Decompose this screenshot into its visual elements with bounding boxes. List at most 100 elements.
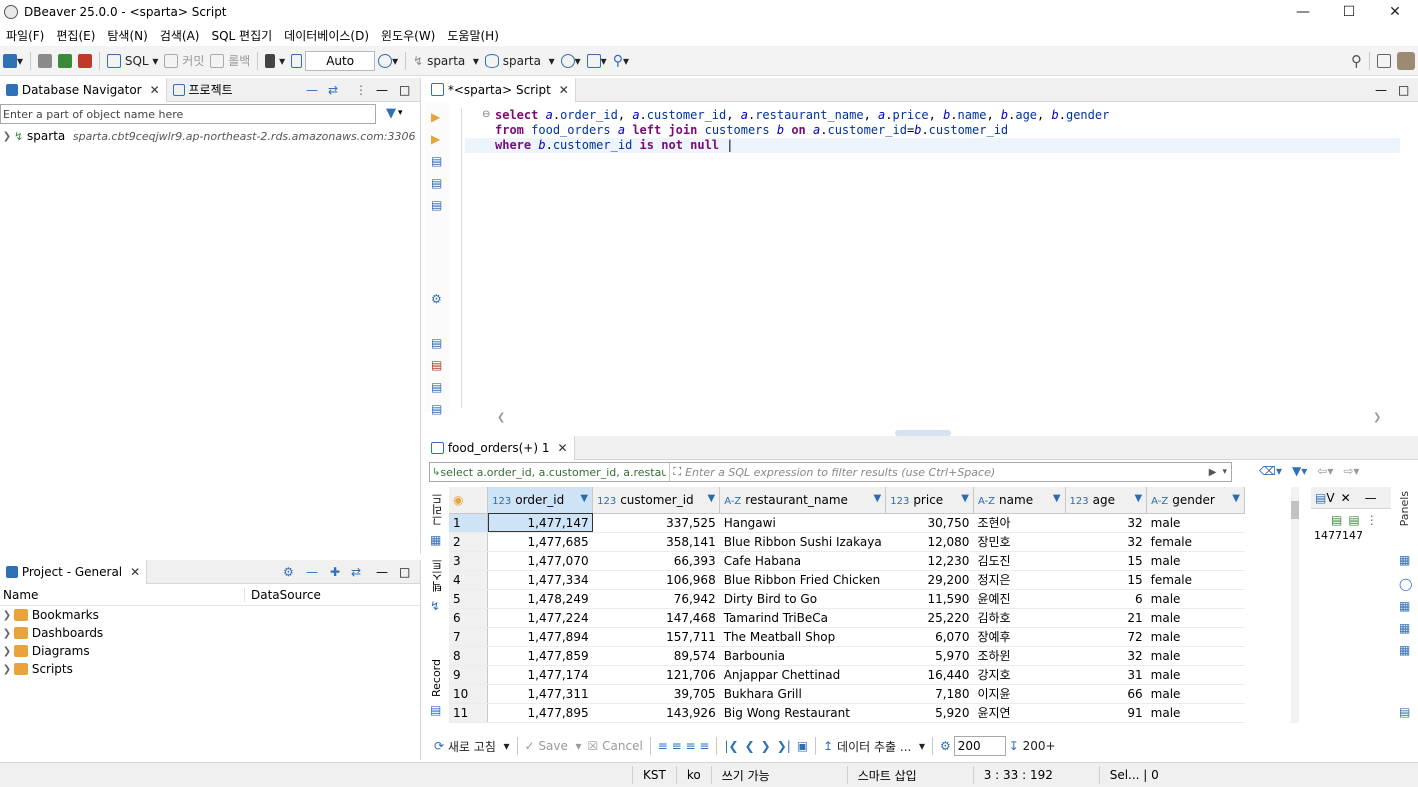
- open-perspective-button[interactable]: [1374, 49, 1394, 73]
- table-cell[interactable]: 21: [1065, 608, 1147, 628]
- tab-database-navigator[interactable]: Database Navigator ✕: [0, 77, 167, 102]
- row-number[interactable]: 7: [449, 627, 489, 647]
- table-cell[interactable]: 강지호: [973, 665, 1066, 685]
- record-icon[interactable]: ▤: [430, 703, 441, 717]
- minimize-panel-icon[interactable]: —: [1375, 83, 1387, 97]
- chevron-down-icon[interactable]: ▼: [961, 493, 969, 504]
- text-mode-button[interactable]: 텍스트: [430, 559, 446, 592]
- maximize-panel-icon[interactable]: □: [1398, 83, 1409, 97]
- table-cell[interactable]: 윤예진: [973, 589, 1066, 609]
- table-cell[interactable]: Anjappar Chettinad: [719, 665, 886, 685]
- table-cell[interactable]: 조하윈: [973, 646, 1066, 666]
- row-number[interactable]: 5: [449, 589, 489, 609]
- tree-item-connection[interactable]: ❯ ↯ sparta sparta.cbt9ceqjwlr9.ap-northe…: [0, 127, 420, 145]
- table-cell[interactable]: 32: [1065, 532, 1147, 552]
- close-icon[interactable]: ✕: [559, 83, 569, 97]
- chevron-right-icon[interactable]: ❯: [0, 646, 14, 657]
- maximize-panel-icon[interactable]: □: [399, 83, 410, 97]
- table-cell[interactable]: 76,942: [592, 589, 720, 609]
- dashboard-button[interactable]: ▾: [558, 49, 584, 73]
- layout-icon[interactable]: ▤: [1399, 705, 1410, 719]
- table-cell[interactable]: Bukhara Grill: [719, 684, 886, 704]
- next-page-button[interactable]: ❯: [758, 734, 774, 758]
- expand-icon[interactable]: ⛶: [673, 465, 681, 479]
- table-cell[interactable]: 39,705: [592, 684, 720, 704]
- close-icon[interactable]: ✕: [150, 83, 160, 97]
- maximize-panel-icon[interactable]: □: [399, 565, 410, 579]
- gear-icon[interactable]: ⚙: [937, 734, 954, 758]
- table-row[interactable]: 2 1,477,685 358,141 Blue Ribbon Sushi Izaka…: [449, 532, 1245, 552]
- table-cell[interactable]: 윤지연: [973, 703, 1066, 723]
- last-page-button[interactable]: ❯|: [774, 734, 794, 758]
- rollback-button[interactable]: 롤백: [207, 49, 253, 73]
- metadata-icon[interactable]: ▦: [1399, 599, 1410, 613]
- row-number[interactable]: 8: [449, 646, 489, 666]
- table-cell[interactable]: 5,970: [885, 646, 974, 666]
- minimize-button[interactable]: —: [1280, 0, 1326, 24]
- column-header-restaurant-name[interactable]: A-Z restaurant_name ▼: [719, 487, 887, 514]
- row-number[interactable]: 10: [449, 684, 489, 704]
- chevron-right-icon[interactable]: ❯: [0, 610, 14, 621]
- cell-value[interactable]: 1477147: [1314, 529, 1391, 542]
- table-cell[interactable]: 1,477,224: [487, 608, 593, 628]
- table-cell[interactable]: 91: [1065, 703, 1147, 723]
- refresh-button[interactable]: ⟳ 새로 고침 ▾: [431, 734, 513, 758]
- aggregate-icon[interactable]: ▦: [1399, 553, 1410, 567]
- column-header-customer-id[interactable]: 123 customer_id ▼: [592, 487, 721, 514]
- panels-toggle[interactable]: Panels: [1398, 491, 1411, 526]
- view-menu-icon[interactable]: ⋮: [1366, 513, 1378, 527]
- menu-edit[interactable]: 편집(E): [50, 27, 101, 44]
- table-cell[interactable]: 157,711: [592, 627, 720, 647]
- fetch-more-button[interactable]: ↧ 200+: [1006, 734, 1059, 758]
- lock-button[interactable]: [288, 49, 305, 73]
- tree-item-scripts[interactable]: ❯ Scripts: [0, 660, 420, 678]
- row-number[interactable]: 4: [449, 570, 489, 590]
- results-filter-input[interactable]: Enter a SQL expression to filter results…: [685, 466, 1209, 479]
- table-cell[interactable]: 1,477,685: [487, 532, 593, 552]
- table-cell[interactable]: 31: [1065, 665, 1147, 685]
- cancel-button[interactable]: ☒ Cancel: [585, 734, 646, 758]
- sql-code[interactable]: select a.order_id, a.customer_id, a.rest…: [495, 108, 1109, 153]
- menu-file[interactable]: 파일(F): [0, 27, 50, 44]
- grid-mode-button[interactable]: 그리드: [430, 493, 446, 526]
- sql-editor-button[interactable]: SQL ▾: [104, 49, 161, 73]
- table-cell[interactable]: 12,230: [885, 551, 974, 571]
- chevron-down-icon[interactable]: ▾: [1222, 467, 1227, 477]
- save-value-icon[interactable]: ▤: [1331, 513, 1342, 527]
- table-cell[interactable]: 143,926: [592, 703, 720, 723]
- table-cell[interactable]: 7,180: [885, 684, 974, 704]
- row-edit-buttons[interactable]: ≡ ≡ ≡ ≡: [655, 734, 713, 758]
- table-cell[interactable]: Blue Ribbon Fried Chicken: [719, 570, 886, 590]
- table-cell[interactable]: 6: [1065, 589, 1147, 609]
- table-row[interactable]: 1 1,477,147 337,525 Hangawi 30,750 조현아 32 male: [449, 513, 1245, 533]
- commit-button[interactable]: 커밋: [161, 49, 207, 73]
- menu-search[interactable]: 검색(A): [154, 27, 206, 44]
- table-cell[interactable]: 1,477,311: [487, 684, 593, 704]
- auto-commit-box[interactable]: Auto: [305, 50, 376, 71]
- tab-results[interactable]: food_orders(+) 1 ✕: [425, 435, 575, 460]
- execute-script-icon[interactable]: ▶: [431, 132, 440, 146]
- save-button[interactable]: ✓ Save ▾: [522, 734, 585, 758]
- table-cell[interactable]: The Meatball Shop: [719, 627, 886, 647]
- table-row[interactable]: 5 1,478,249 76,942 Dirty Bird to Go 11,590 윤예…: [449, 589, 1245, 609]
- table-cell[interactable]: 72: [1065, 627, 1147, 647]
- menu-database[interactable]: 데이터베이스(D): [278, 27, 375, 44]
- column-header-name[interactable]: A-Z name ▼: [973, 487, 1066, 514]
- table-cell[interactable]: 29,200: [885, 570, 974, 590]
- grid-icon[interactable]: ▦: [430, 533, 441, 547]
- table-cell[interactable]: 25,220: [885, 608, 974, 628]
- chevron-down-icon[interactable]: ▼: [874, 493, 882, 504]
- table-cell[interactable]: 358,141: [592, 532, 720, 552]
- table-cell[interactable]: male: [1146, 589, 1245, 609]
- search-toolbar-button[interactable]: ⚲ ▾: [610, 49, 632, 73]
- navigator-filter-input[interactable]: Enter a part of object name here: [0, 104, 376, 124]
- reconnect-button[interactable]: [55, 49, 75, 73]
- chevron-right-icon[interactable]: ❯: [0, 131, 14, 142]
- table-cell[interactable]: male: [1146, 684, 1245, 704]
- table-row[interactable]: 7 1,477,894 157,711 The Meatball Shop 6,070 장…: [449, 627, 1245, 647]
- filter-icon[interactable]: ▼▾: [1292, 464, 1307, 478]
- table-cell[interactable]: Hangawi: [719, 513, 886, 533]
- chevron-right-icon[interactable]: ❯: [0, 664, 14, 675]
- menu-help[interactable]: 도움말(H): [441, 27, 505, 44]
- chevron-down-icon[interactable]: ▼: [580, 493, 588, 504]
